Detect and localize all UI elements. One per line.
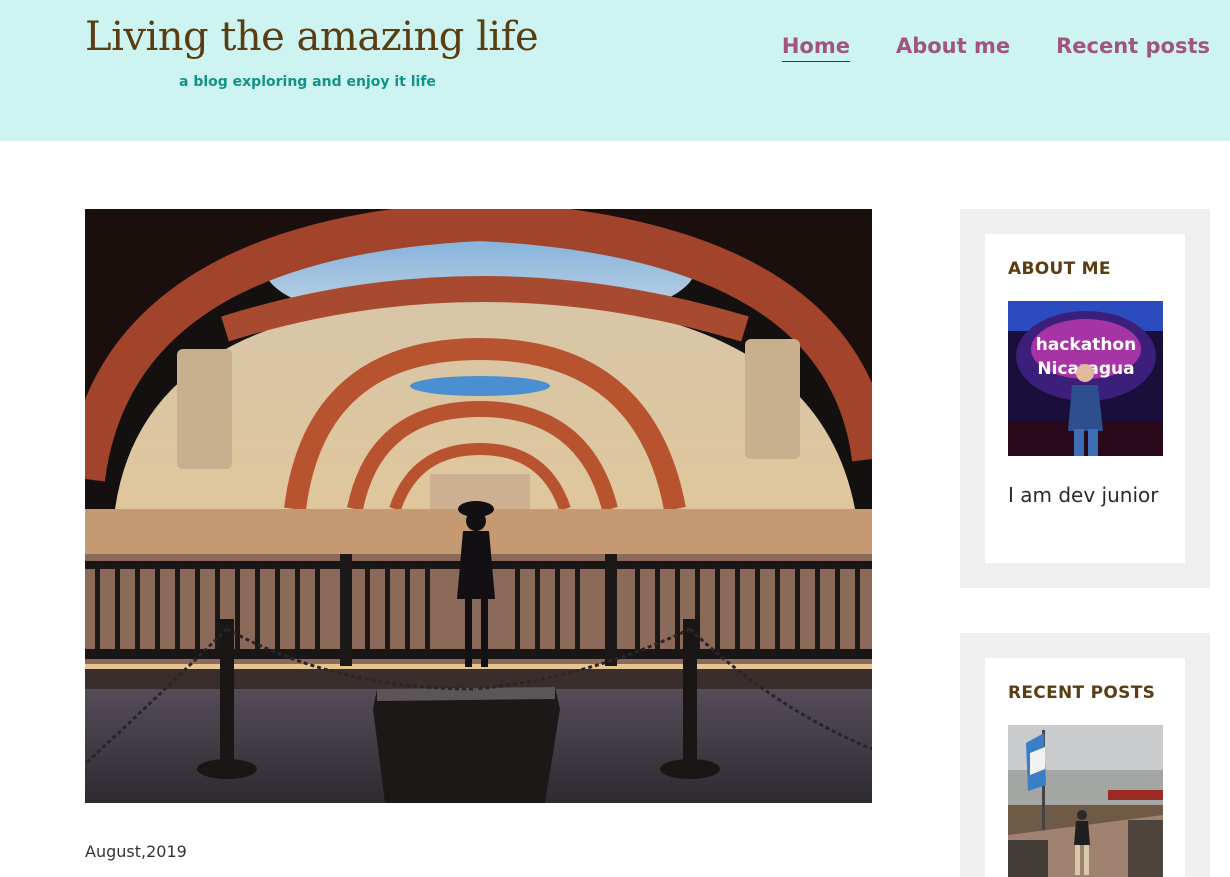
nav-about-link[interactable]: About me — [896, 34, 1010, 62]
about-me-widget: ABOUT ME hackathon Nicaragua I am dev ju… — [960, 209, 1210, 588]
recent-post-thumbnail[interactable] — [1008, 725, 1163, 877]
hackathon-stage-photo: hackathon Nicaragua — [1008, 301, 1163, 456]
about-me-title: ABOUT ME — [1008, 259, 1111, 279]
about-me-text: I am dev junior — [1008, 483, 1159, 507]
site-tagline: a blog exploring and enjoy it life — [179, 74, 436, 90]
post-date: August,2019 — [85, 842, 187, 861]
site-title[interactable]: Living the amazing life — [85, 14, 539, 60]
main-nav: Home About me Recent posts — [781, 34, 1210, 62]
about-me-card: ABOUT ME hackathon Nicaragua I am dev ju… — [985, 234, 1185, 563]
flag-terrace-photo — [1008, 725, 1163, 877]
nav-home-link[interactable]: Home — [781, 34, 850, 62]
svg-text:hackathon: hackathon — [1036, 335, 1136, 355]
recent-posts-widget: RECENT POSTS — [960, 633, 1210, 877]
site-header: Living the amazing life a blog exploring… — [0, 0, 1230, 141]
nav-recent-posts-link[interactable]: Recent posts — [1056, 34, 1210, 62]
ruins-arches-photo — [85, 209, 872, 803]
recent-posts-card: RECENT POSTS — [985, 658, 1185, 877]
about-me-photo[interactable]: hackathon Nicaragua — [1008, 301, 1163, 456]
post-hero-image[interactable] — [85, 209, 872, 803]
recent-posts-title: RECENT POSTS — [1008, 683, 1156, 703]
